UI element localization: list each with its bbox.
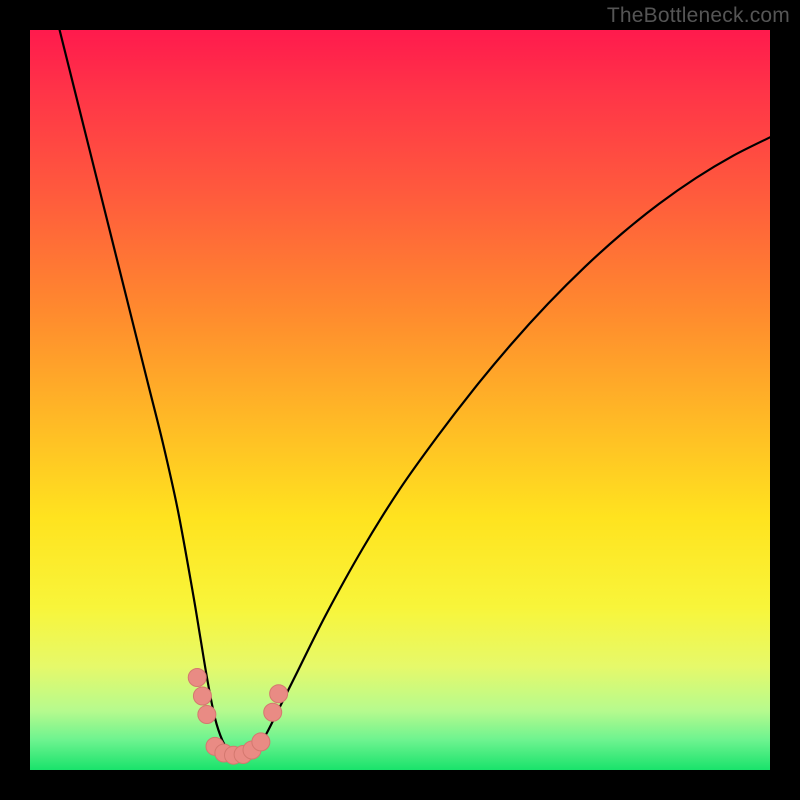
curve-marker xyxy=(270,685,288,703)
bottleneck-curve xyxy=(60,30,770,756)
curve-marker xyxy=(188,669,206,687)
curve-markers xyxy=(188,669,287,765)
curve-marker xyxy=(198,706,216,724)
plot-area xyxy=(30,30,770,770)
curve-marker xyxy=(252,733,270,751)
curve-marker xyxy=(193,687,211,705)
curve-svg xyxy=(30,30,770,770)
watermark-text: TheBottleneck.com xyxy=(607,4,790,28)
chart-stage: TheBottleneck.com xyxy=(0,0,800,800)
curve-marker xyxy=(264,703,282,721)
